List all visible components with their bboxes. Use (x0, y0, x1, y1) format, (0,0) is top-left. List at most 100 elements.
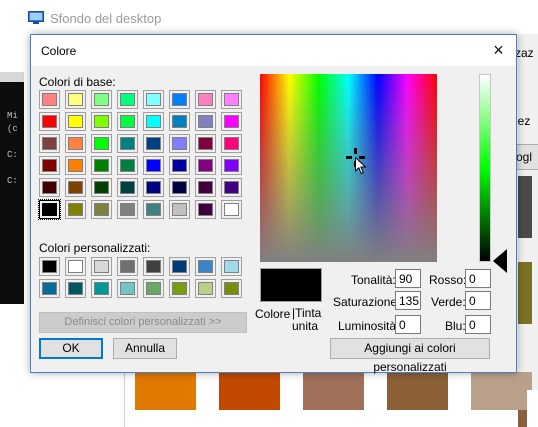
green-field[interactable]: 0 (465, 291, 491, 310)
basic-color-swatch[interactable] (221, 90, 242, 109)
basic-color-swatch[interactable] (221, 200, 242, 219)
basic-color-swatch[interactable] (221, 134, 242, 153)
basic-color-swatch[interactable] (195, 178, 216, 197)
basic-color-swatch[interactable] (91, 156, 112, 175)
custom-color-swatch[interactable] (169, 279, 190, 298)
basic-color-swatch[interactable] (169, 178, 190, 197)
custom-color-swatch[interactable] (169, 257, 190, 276)
custom-color-swatch[interactable] (39, 279, 60, 298)
basic-color-swatch[interactable] (195, 90, 216, 109)
basic-color-swatch[interactable] (143, 134, 164, 153)
close-button[interactable]: × (482, 36, 515, 65)
basic-color-swatch[interactable] (195, 112, 216, 131)
color-dialog: Colore × Colori di base: Colori personal… (30, 34, 517, 374)
custom-color-swatch[interactable] (143, 257, 164, 276)
custom-color-swatch[interactable] (91, 257, 112, 276)
ok-button[interactable]: OK (39, 338, 103, 359)
basic-color-swatch[interactable] (65, 90, 86, 109)
define-custom-colors-button: Definisci colori personalizzati >> (39, 312, 247, 333)
basic-color-swatch[interactable] (65, 200, 86, 219)
hue-field[interactable]: 90 (395, 269, 421, 288)
basic-color-swatch[interactable] (169, 112, 190, 131)
background-swatch[interactable] (219, 372, 280, 410)
basic-color-swatch[interactable] (91, 134, 112, 153)
basic-color-swatch[interactable] (39, 134, 60, 153)
desktop-background-app-icon (28, 11, 44, 24)
background-swatch[interactable] (303, 372, 364, 410)
custom-color-swatch[interactable] (143, 279, 164, 298)
background-swatch[interactable] (518, 176, 532, 238)
basic-color-swatch[interactable] (39, 112, 60, 131)
basic-color-swatch[interactable] (195, 156, 216, 175)
custom-color-swatch[interactable] (221, 257, 242, 276)
color-preview (260, 268, 322, 302)
console-line: C: (7, 176, 18, 186)
basic-color-swatch[interactable] (39, 156, 60, 175)
luminosity-slider[interactable] (479, 74, 491, 262)
basic-color-swatch[interactable] (221, 156, 242, 175)
saturation-field[interactable]: 135 (395, 291, 421, 310)
custom-color-swatch[interactable] (195, 279, 216, 298)
custom-color-swatch[interactable] (39, 257, 60, 276)
mouse-pointer-icon (355, 157, 367, 175)
basic-color-swatch[interactable] (117, 90, 138, 109)
red-label: Rosso: (429, 273, 467, 287)
preview-solid-label: |Tinta unita (292, 306, 322, 333)
basic-color-swatch[interactable] (117, 178, 138, 197)
basic-color-swatch[interactable] (169, 200, 190, 219)
basic-color-swatch[interactable] (195, 134, 216, 153)
basic-color-swatch[interactable] (143, 90, 164, 109)
custom-color-swatch[interactable] (221, 279, 242, 298)
basic-color-swatch[interactable] (39, 178, 60, 197)
luminosity-field[interactable]: 0 (395, 315, 421, 334)
color-spectrum-picker[interactable] (260, 74, 437, 262)
basic-color-swatch[interactable] (38, 199, 61, 220)
console-line: Mi (7, 111, 18, 121)
basic-color-swatch[interactable] (221, 178, 242, 197)
background-scrollbar[interactable] (527, 390, 538, 427)
background-right-text: zaz (515, 46, 534, 60)
basic-color-swatch[interactable] (91, 90, 112, 109)
add-to-custom-colors-button[interactable]: Aggiungi ai colori personalizzati (330, 338, 490, 374)
basic-color-swatch[interactable] (169, 90, 190, 109)
basic-color-swatch[interactable] (117, 156, 138, 175)
background-swatch[interactable] (518, 262, 532, 324)
background-swatch[interactable] (387, 372, 448, 410)
basic-color-swatch[interactable] (65, 134, 86, 153)
custom-color-swatch[interactable] (65, 257, 86, 276)
background-swatch[interactable] (135, 372, 196, 410)
basic-color-swatch[interactable] (169, 134, 190, 153)
blue-field[interactable]: 0 (465, 315, 491, 334)
basic-color-swatch[interactable] (143, 112, 164, 131)
basic-color-swatch[interactable] (65, 156, 86, 175)
basic-color-swatch[interactable] (91, 112, 112, 131)
basic-color-swatch[interactable] (65, 178, 86, 197)
basic-color-swatch[interactable] (143, 156, 164, 175)
basic-color-swatch[interactable] (117, 112, 138, 131)
background-swatch[interactable] (471, 372, 532, 410)
basic-color-swatch[interactable] (65, 112, 86, 131)
basic-color-swatch[interactable] (117, 200, 138, 219)
basic-color-swatch[interactable] (143, 200, 164, 219)
console-line: C: (7, 150, 18, 160)
custom-color-swatch[interactable] (65, 279, 86, 298)
saturation-label: Saturazione: (333, 295, 401, 309)
luminosity-slider-arrow-icon[interactable] (493, 249, 507, 273)
blue-label: Blu: (445, 319, 466, 333)
cancel-button[interactable]: Annulla (113, 338, 177, 359)
custom-color-swatch[interactable] (195, 257, 216, 276)
basic-color-swatch[interactable] (195, 200, 216, 219)
custom-color-swatch[interactable] (117, 257, 138, 276)
basic-color-swatch[interactable] (221, 112, 242, 131)
basic-color-swatch[interactable] (143, 178, 164, 197)
basic-color-swatch[interactable] (91, 178, 112, 197)
dialog-title: Colore (41, 44, 77, 58)
custom-color-swatch[interactable] (117, 279, 138, 298)
basic-color-swatch[interactable] (91, 200, 112, 219)
red-field[interactable]: 0 (465, 269, 491, 288)
basic-color-swatch[interactable] (39, 90, 60, 109)
custom-color-swatch[interactable] (91, 279, 112, 298)
basic-color-swatch[interactable] (169, 156, 190, 175)
basic-color-swatch[interactable] (117, 134, 138, 153)
